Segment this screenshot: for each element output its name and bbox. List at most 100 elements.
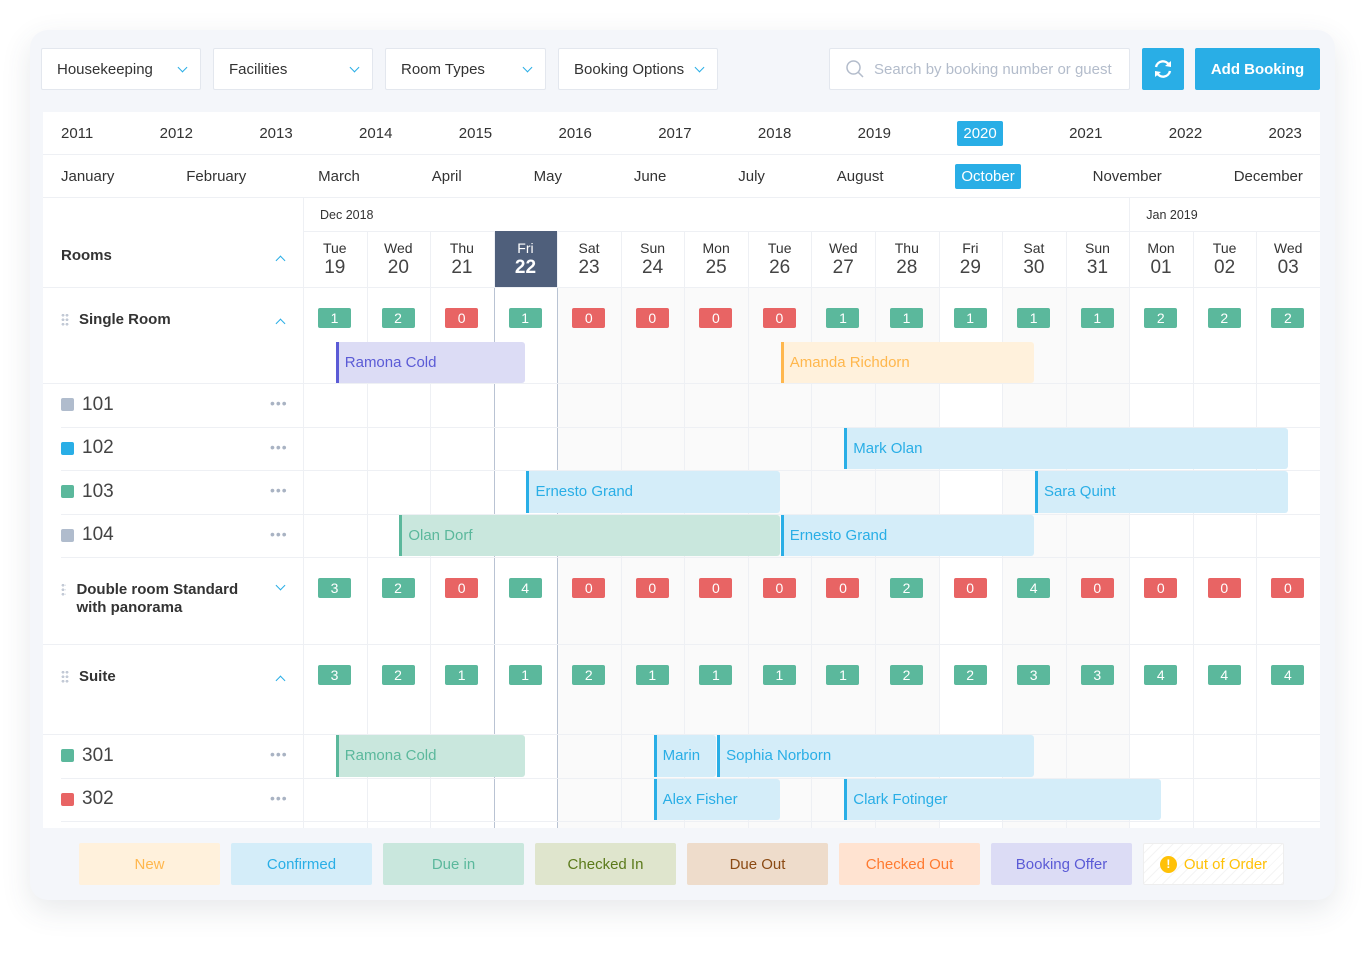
booking-bar[interactable]: Ramona Cold xyxy=(335,342,526,383)
availability-badge: 4 xyxy=(1017,578,1051,598)
day-header[interactable]: Sun 24 xyxy=(621,231,685,287)
year-2018[interactable]: 2018 xyxy=(758,125,791,142)
booking-bar[interactable]: Amanda Richdorn xyxy=(780,342,1034,383)
refresh-button[interactable] xyxy=(1142,48,1184,90)
booking-bar[interactable]: Marin xyxy=(653,735,717,777)
day-header[interactable]: Thu 28 xyxy=(875,231,939,287)
rooms-label: Rooms xyxy=(61,247,112,264)
year-2021[interactable]: 2021 xyxy=(1069,125,1102,142)
add-booking-button[interactable]: Add Booking xyxy=(1195,48,1320,90)
search-input[interactable] xyxy=(874,60,1124,78)
drag-handle-icon[interactable] xyxy=(61,583,67,596)
chevron-up-icon[interactable] xyxy=(275,255,286,266)
availability-badge: 4 xyxy=(1207,665,1241,685)
year-2015[interactable]: 2015 xyxy=(459,125,492,142)
legend-booking-offer: Booking Offer xyxy=(991,843,1132,885)
month-february[interactable]: February xyxy=(186,168,246,185)
more-options-icon[interactable]: ••• xyxy=(270,439,288,455)
room-104[interactable]: 104 xyxy=(61,514,114,558)
day-header[interactable]: Fri 22 xyxy=(493,231,558,287)
year-2017[interactable]: 2017 xyxy=(658,125,691,142)
more-options-icon[interactable]: ••• xyxy=(270,746,288,762)
month-march[interactable]: March xyxy=(318,168,360,185)
year-2019[interactable]: 2019 xyxy=(858,125,891,142)
row-line xyxy=(43,383,1320,384)
month-june[interactable]: June xyxy=(634,168,667,185)
booking-bar[interactable]: Olan Dorf xyxy=(399,514,780,556)
availability-badge: 0 xyxy=(762,578,796,598)
day-header[interactable]: Wed 03 xyxy=(1256,231,1320,287)
month-april[interactable]: April xyxy=(432,168,462,185)
room-102[interactable]: 102 xyxy=(61,427,114,471)
year-2022[interactable]: 2022 xyxy=(1169,125,1202,142)
year-2023[interactable]: 2023 xyxy=(1269,125,1302,142)
day-header[interactable]: Tue 26 xyxy=(748,231,812,287)
drag-handle-icon[interactable] xyxy=(61,670,69,683)
month-december[interactable]: December xyxy=(1234,168,1303,185)
day-header[interactable]: Tue 19 xyxy=(303,231,367,287)
day-header[interactable]: Mon 25 xyxy=(684,231,748,287)
booking-bar[interactable]: Alex Fisher xyxy=(653,778,780,820)
month-january[interactable]: January xyxy=(61,168,114,185)
booking-bar[interactable]: Sophia Norborn xyxy=(717,735,1034,777)
booking-bar[interactable]: Ernesto Grand xyxy=(526,471,780,513)
room-301[interactable]: 301 xyxy=(61,734,114,778)
year-2013[interactable]: 2013 xyxy=(259,125,292,142)
guest-name: Ramona Cold xyxy=(344,747,437,765)
room-number: 103 xyxy=(82,480,114,502)
month-july[interactable]: July xyxy=(738,168,765,185)
day-number: 02 xyxy=(1214,257,1236,278)
more-options-icon[interactable]: ••• xyxy=(270,526,288,542)
month-october[interactable]: October xyxy=(955,163,1021,189)
chevron-up-icon[interactable] xyxy=(275,318,286,329)
day-header[interactable]: Wed 20 xyxy=(367,231,431,287)
legend-new: New xyxy=(79,843,220,885)
booking-options-dropdown[interactable]: Booking Options xyxy=(558,48,718,90)
chevron-down-icon[interactable] xyxy=(275,580,286,591)
month-august[interactable]: August xyxy=(837,168,884,185)
availability-badge: 0 xyxy=(635,308,669,328)
availability-badge: 1 xyxy=(953,308,987,328)
month-selector: January February March April May June July Augu… xyxy=(43,155,1320,198)
year-2012[interactable]: 2012 xyxy=(160,125,193,142)
booking-bar[interactable]: Ernesto Grand xyxy=(780,514,1034,556)
day-header[interactable]: Sun 31 xyxy=(1066,231,1130,287)
day-header[interactable]: Wed 27 xyxy=(811,231,875,287)
warning-icon: ! xyxy=(1159,855,1177,873)
room-number: 101 xyxy=(82,393,114,415)
more-options-icon[interactable]: ••• xyxy=(270,790,288,806)
day-header[interactable]: Thu 21 xyxy=(430,231,494,287)
more-options-icon[interactable]: ••• xyxy=(270,395,288,411)
year-2020[interactable]: 2020 xyxy=(957,120,1003,146)
booking-bar[interactable]: Clark Fotinger xyxy=(844,778,1162,820)
availability-badge: 1 xyxy=(699,665,733,685)
room-group-suite[interactable]: Suite xyxy=(61,668,261,686)
day-header[interactable]: Sat 23 xyxy=(557,231,621,287)
chevron-up-icon[interactable] xyxy=(275,675,286,686)
day-header[interactable]: Fri 29 xyxy=(939,231,1003,287)
booking-bar[interactable]: Sara Quint xyxy=(1034,471,1289,513)
room-101[interactable]: 101 xyxy=(61,383,114,427)
room-103[interactable]: 103 xyxy=(61,470,114,514)
more-options-icon[interactable]: ••• xyxy=(270,482,288,498)
year-2016[interactable]: 2016 xyxy=(558,125,591,142)
availability-badge: 4 xyxy=(1271,665,1305,685)
facilities-dropdown[interactable]: Facilities xyxy=(213,48,373,90)
room-group-double-room-standard-with-panorama[interactable]: Double room Standard with panorama xyxy=(61,581,261,617)
year-2011[interactable]: 2011 xyxy=(61,125,93,142)
row-line xyxy=(61,821,1320,822)
year-2014[interactable]: 2014 xyxy=(359,125,392,142)
drag-handle-icon[interactable] xyxy=(61,313,69,326)
housekeeping-dropdown[interactable]: Housekeeping xyxy=(41,48,201,90)
booking-bar[interactable]: Mark Olan xyxy=(844,427,1289,469)
room-types-dropdown[interactable]: Room Types xyxy=(385,48,546,90)
day-header[interactable]: Tue 02 xyxy=(1193,231,1257,287)
room-group-single-room[interactable]: Single Room xyxy=(61,311,261,329)
booking-bar[interactable]: Ramona Cold xyxy=(335,735,526,777)
month-may[interactable]: May xyxy=(534,168,562,185)
room-302[interactable]: 302 xyxy=(61,778,114,822)
day-header[interactable]: Sat 30 xyxy=(1002,231,1066,287)
day-header[interactable]: Mon 01 xyxy=(1129,231,1193,287)
row-line xyxy=(43,287,1320,288)
month-november[interactable]: November xyxy=(1093,168,1162,185)
